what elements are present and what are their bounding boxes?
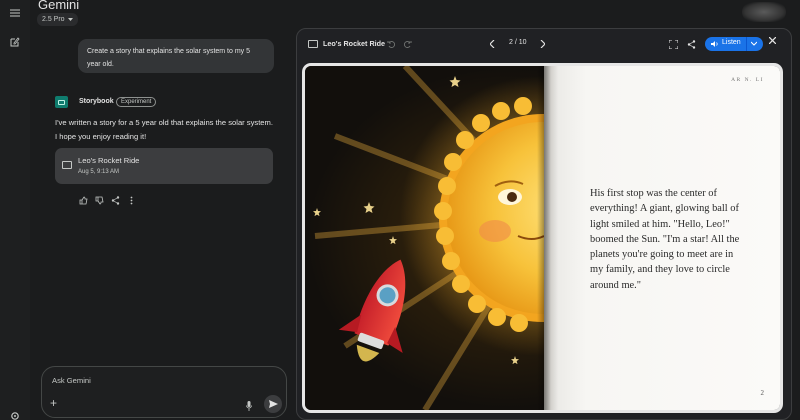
send-button[interactable]: [264, 395, 282, 413]
settings-icon[interactable]: [7, 408, 23, 420]
user-message: Create a story that explains the solar s…: [78, 39, 274, 73]
avatar[interactable]: [742, 2, 786, 22]
assistant-reply: I've written a story for a 5 year old th…: [55, 118, 273, 141]
assistant-name: Storybook: [79, 98, 114, 105]
mic-icon[interactable]: [246, 398, 252, 411]
thumb-down-icon[interactable]: [94, 195, 104, 205]
prev-page-button[interactable]: [485, 37, 499, 51]
new-chat-icon[interactable]: [7, 34, 23, 50]
model-selector[interactable]: 2.5 Pro: [37, 13, 78, 26]
chevron-down-icon: [67, 17, 73, 21]
page-number: 2: [760, 389, 765, 397]
thumb-up-icon[interactable]: [78, 195, 88, 205]
story-card-title: Leo's Rocket Ride: [78, 156, 140, 165]
book-icon: [62, 161, 72, 169]
prompt-placeholder: Ask Gemini: [52, 376, 91, 385]
next-page-button[interactable]: [535, 37, 549, 51]
speaker-icon: [711, 41, 718, 47]
story-card[interactable]: Leo's Rocket Ride Aug 5, 9:13 AM: [55, 148, 273, 184]
page-indicator: 2 / 10: [509, 39, 527, 46]
add-icon[interactable]: +: [50, 396, 57, 410]
redo-icon[interactable]: [401, 37, 415, 51]
book-spread: AR N. LI His first stop was the center o…: [305, 66, 780, 410]
fullscreen-icon[interactable]: [666, 37, 680, 51]
share-icon[interactable]: [110, 195, 120, 205]
book-icon: [308, 40, 318, 48]
chevron-left-icon: [489, 40, 494, 48]
prompt-input[interactable]: Ask Gemini +: [41, 366, 287, 418]
feedback-actions: [78, 195, 136, 205]
page-header: AR N. LI: [731, 77, 764, 83]
book-spine: [537, 66, 551, 410]
illustration-page: [305, 66, 544, 410]
listen-divider: [746, 37, 747, 51]
undo-icon[interactable]: [384, 37, 398, 51]
model-label: 2.5 Pro: [42, 16, 65, 23]
more-vert-icon[interactable]: [126, 195, 136, 205]
close-icon: [768, 36, 777, 45]
close-button[interactable]: [768, 36, 777, 47]
chevron-down-icon[interactable]: [751, 38, 757, 48]
panel-title: Leo's Rocket Ride: [323, 39, 386, 48]
story-text: His first stop was the center of everyth…: [590, 188, 740, 291]
chevron-right-icon: [540, 40, 545, 48]
side-rail: [0, 0, 30, 420]
sun-rocket-illustration: [313, 66, 544, 410]
share-icon[interactable]: [684, 37, 698, 51]
app-title: Gemini: [38, 0, 80, 12]
experiment-badge: Experiment: [116, 97, 157, 107]
text-page: AR N. LI His first stop was the center o…: [544, 66, 780, 410]
storybook-logo-icon: [55, 96, 68, 108]
listen-button[interactable]: Listen: [705, 37, 763, 51]
listen-label: Listen: [722, 39, 741, 46]
story-card-date: Aug 5, 9:13 AM: [78, 169, 120, 175]
send-icon: [268, 400, 278, 408]
menu-icon[interactable]: [7, 5, 23, 21]
